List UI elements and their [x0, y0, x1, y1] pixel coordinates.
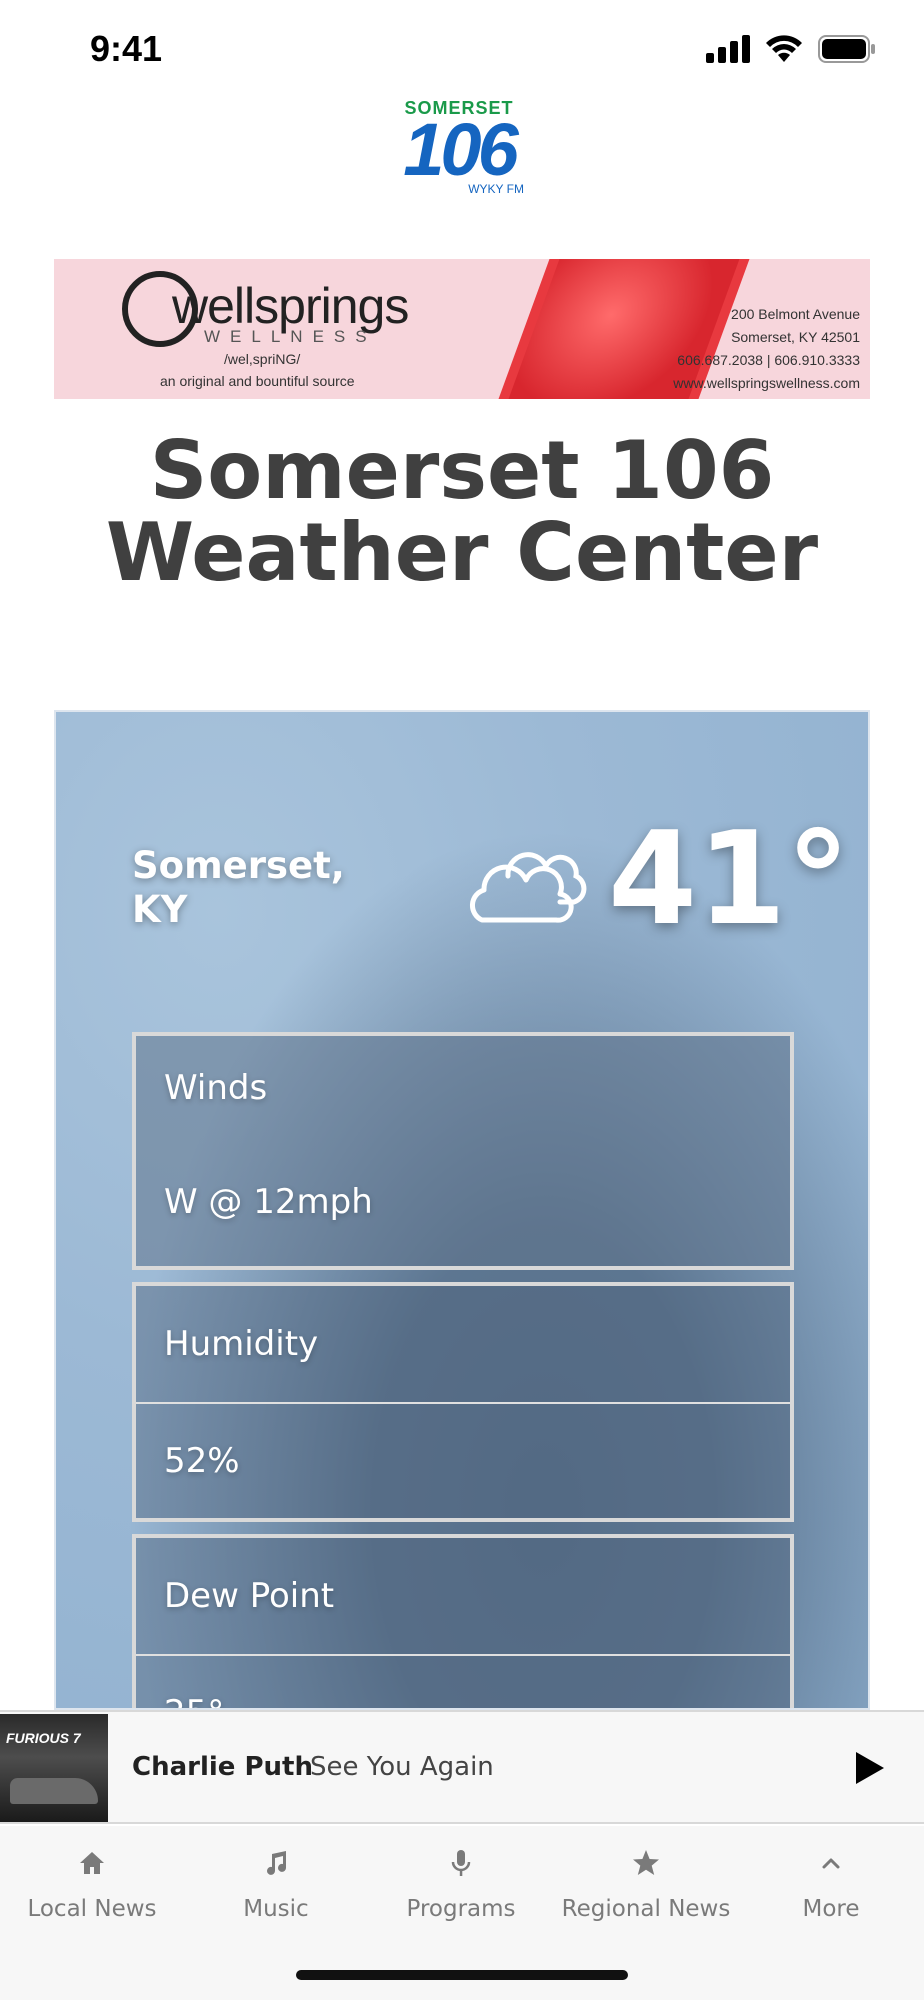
winds-label: Winds: [164, 1068, 268, 1108]
humidity-label-row: Humidity: [136, 1286, 790, 1402]
now-playing-bar[interactable]: FURIOUS 7 Charlie Puth See You Again: [0, 1710, 924, 1824]
status-time: 9:41: [90, 28, 163, 69]
ad-banner[interactable]: wellsprings WELLNESS /wel,spriNG/ an ori…: [54, 259, 870, 399]
ad-address-line1: 200 Belmont Avenue: [731, 306, 860, 322]
page-title-line2: Weather Center: [105, 506, 819, 599]
tab-label: Regional News: [561, 1896, 731, 1922]
ad-address-line2: Somerset, KY 42501: [731, 329, 860, 345]
page-title-line1: Somerset 106: [149, 424, 775, 517]
play-icon[interactable]: [848, 1748, 888, 1788]
weather-city: Somerset,: [132, 844, 345, 887]
humidity-value: 52%: [164, 1441, 240, 1481]
tab-regional-news[interactable]: Regional News: [554, 1848, 738, 1922]
now-playing-artist: Charlie Puth: [132, 1752, 313, 1782]
humidity-panel: Humidity 52%: [132, 1282, 794, 1522]
ad-sub: WELLNESS: [204, 327, 377, 346]
cellular-signal-icon: [706, 35, 750, 63]
tab-more[interactable]: More: [739, 1848, 923, 1922]
weather-location: Somerset, KY: [132, 844, 345, 932]
home-indicator[interactable]: [296, 1970, 628, 1980]
tab-music[interactable]: Music: [184, 1848, 368, 1922]
star-icon: [633, 1850, 659, 1875]
tab-local-news[interactable]: Local News: [0, 1848, 184, 1922]
home-icon: [80, 1852, 104, 1874]
microphone-icon: [451, 1850, 471, 1876]
dew-point-label: Dew Point: [164, 1576, 335, 1616]
album-art-car: [10, 1778, 98, 1804]
app-screen: 9:41 SOMERSET 106 WYKY FM wellsprings WE…: [0, 0, 924, 2000]
tab-label: Music: [243, 1896, 309, 1922]
dew-point-panel: Dew Point 25°: [132, 1534, 794, 1708]
ad-phonetic: /wel,spriNG/: [224, 351, 301, 367]
dew-point-label-row: Dew Point: [136, 1538, 790, 1654]
page-title: Somerset 106 Weather Center: [0, 430, 924, 594]
logo-number: 106: [403, 108, 518, 191]
ad-website: www.wellspringswellness.com: [673, 375, 860, 391]
weather-state: KY: [132, 888, 188, 931]
tab-label: More: [802, 1896, 860, 1922]
status-bar: 9:41: [0, 0, 924, 100]
ad-contact: 200 Belmont Avenue Somerset, KY 42501 60…: [673, 303, 860, 395]
dew-point-value-row: 25°: [136, 1654, 790, 1708]
winds-panel: Winds W @ 12mph: [132, 1032, 794, 1270]
album-art-title: FURIOUS 7: [6, 1730, 81, 1746]
now-playing-song: See You Again: [310, 1752, 494, 1782]
ad-tagline: an original and bountiful source: [160, 373, 355, 389]
album-art: FURIOUS 7: [0, 1714, 108, 1822]
station-logo[interactable]: SOMERSET 106 WYKY FM: [388, 98, 530, 198]
music-note-icon: [267, 1851, 286, 1875]
ad-phones: 606.687.2038 | 606.910.3333: [677, 352, 860, 368]
humidity-value-row: 52%: [136, 1402, 790, 1518]
battery-icon: [818, 35, 875, 63]
chevron-up-icon: [822, 1858, 840, 1869]
status-icons: [706, 34, 876, 64]
tab-label: Local News: [27, 1896, 157, 1922]
weather-card: Somerset, KY 41° Winds W @ 12mph Humidit…: [54, 710, 870, 1710]
dew-point-value: 25°: [136, 1693, 224, 1708]
cloud-icon: [470, 852, 587, 923]
tab-label: Programs: [406, 1896, 516, 1922]
weather-temperature: 41°: [608, 805, 851, 954]
tab-programs[interactable]: Programs: [369, 1848, 553, 1922]
winds-value: W @ 12mph: [164, 1182, 373, 1222]
wifi-icon: [766, 35, 802, 62]
humidity-label: Humidity: [164, 1324, 319, 1364]
